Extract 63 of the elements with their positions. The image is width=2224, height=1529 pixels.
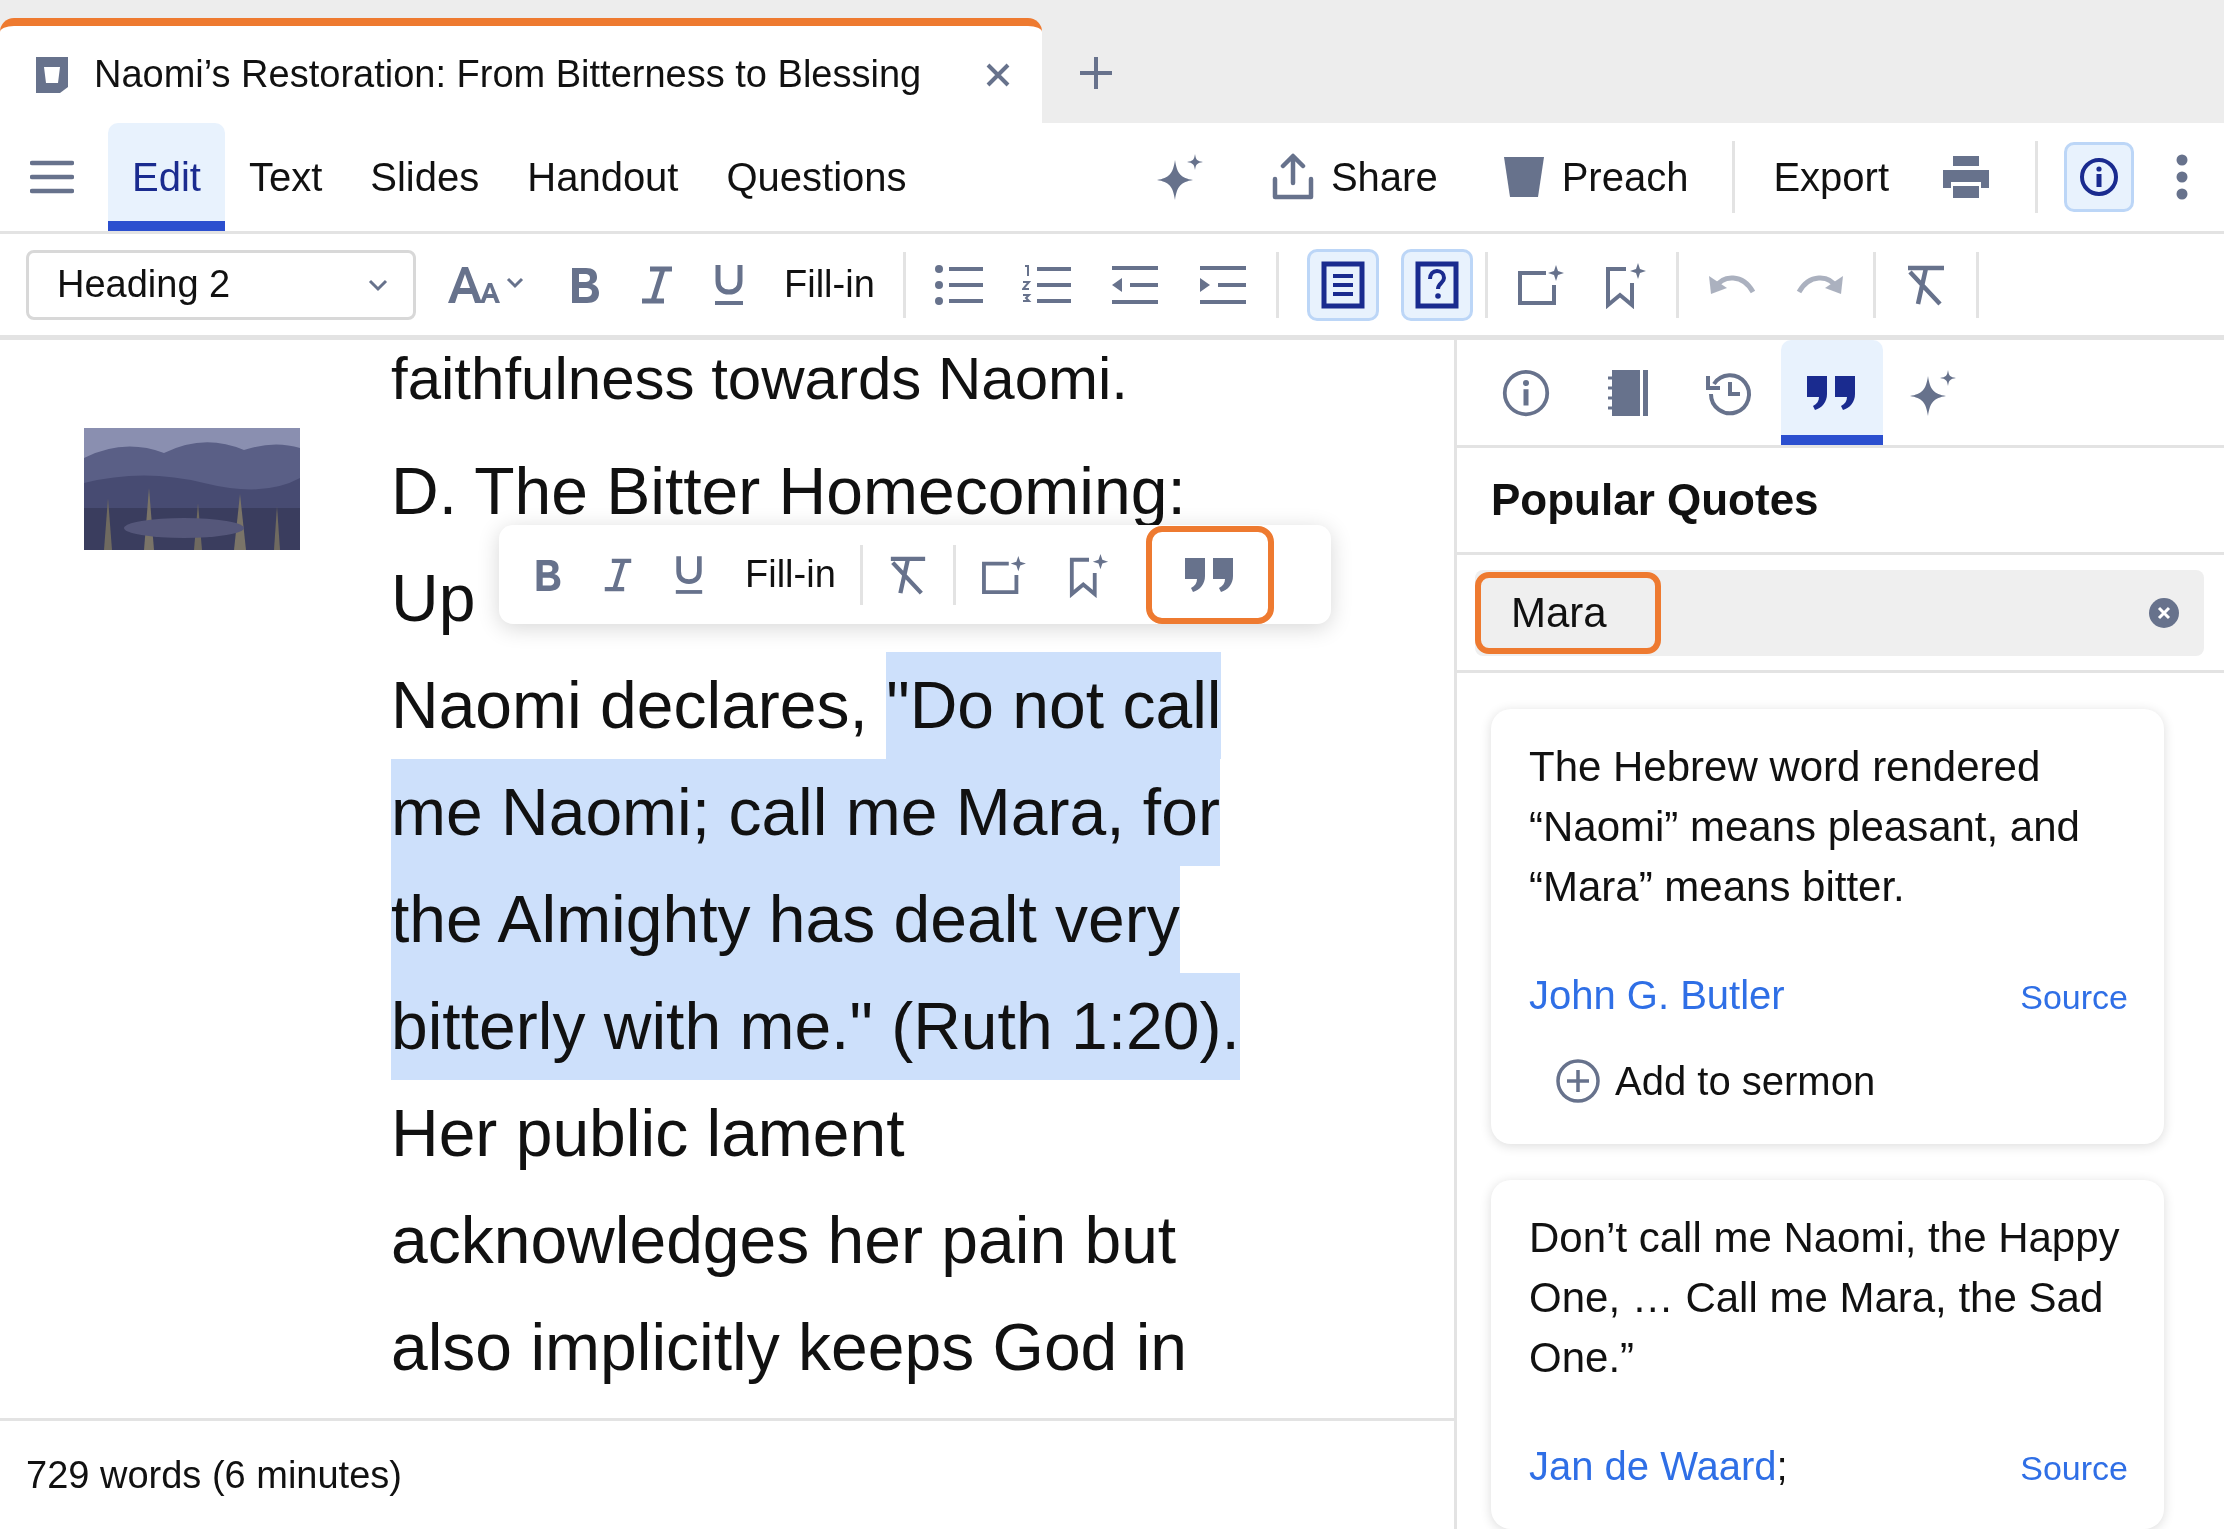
preach-button[interactable]: Preach (1501, 153, 1689, 201)
body-text: D. The Bitter Homecoming: (391, 453, 1186, 530)
export-button[interactable]: Export (1773, 154, 1889, 200)
menu-icon[interactable] (30, 159, 74, 195)
selected-text: the Almighty has dealt very (391, 866, 1180, 973)
search-term: Mara (1475, 571, 1661, 654)
outline-toggle[interactable] (1306, 248, 1379, 321)
author-link[interactable]: John G. Butler (1529, 973, 1785, 1017)
search-field[interactable]: Mara (1475, 569, 2204, 656)
body-text: Her public lament (391, 1095, 905, 1172)
outdent-icon[interactable] (1109, 263, 1160, 306)
quote-button[interactable] (1145, 525, 1274, 624)
book-icon (1606, 367, 1650, 418)
selected-text: me Naomi; call me Mara, for (391, 759, 1220, 866)
document-tab[interactable]: Naomi’s Restoration: From Bitterness to Blessing (0, 18, 1042, 123)
body-text: acknowledges her pain but (391, 1202, 1177, 1279)
question-toggle[interactable] (1400, 248, 1473, 321)
body-text: Up (391, 560, 476, 637)
underline-icon[interactable] (673, 553, 705, 596)
info-icon (1501, 367, 1551, 418)
bullet-list-icon[interactable] (933, 263, 984, 306)
cup-icon (34, 54, 70, 95)
upload-icon (1270, 153, 1315, 201)
plus-circle-icon (1555, 1058, 1601, 1104)
selected-text: bitterly with me." (Ruth 1:20). (391, 973, 1240, 1080)
tab-title: Naomi’s Restoration: From Bitterness to Blessing (94, 53, 923, 96)
author-link[interactable]: Jan de Waard (1529, 1444, 1777, 1488)
word-count: 729 words (6 minutes) (26, 1453, 402, 1497)
quote-text: The Hebrew word rendered “Naomi” means pleasant, and “Mara” means bitter. (1529, 742, 2081, 912)
clear-icon[interactable] (2148, 596, 2180, 629)
body-text: Naomi declares, (391, 667, 869, 744)
info-icon (2079, 157, 2119, 197)
fill-in-button[interactable]: Fill-in (745, 553, 836, 596)
italic-icon[interactable] (640, 264, 674, 305)
source-link[interactable]: Source (2020, 978, 2128, 1017)
style-dropdown[interactable]: Heading 2 (26, 249, 416, 320)
add-slide-icon[interactable] (979, 553, 1028, 596)
add-to-sermon-button[interactable]: Add to sermon (1555, 1058, 1876, 1104)
bookmark-sparkle-icon[interactable] (1067, 551, 1110, 598)
share-button[interactable]: Share (1270, 153, 1438, 201)
indent-icon[interactable] (1197, 263, 1248, 306)
new-tab-icon[interactable] (1078, 55, 1114, 91)
menu-tab[interactable]: Questions (702, 123, 931, 231)
body-text: also implicitly keeps God in (391, 1309, 1187, 1386)
menu-tab[interactable]: Slides (346, 123, 504, 231)
selected-text: "Do not call (886, 652, 1222, 759)
menu-tab[interactable]: Handout (503, 123, 703, 231)
fill-in-button[interactable]: Fill-in (784, 263, 875, 306)
underline-icon[interactable] (712, 262, 746, 307)
more-icon[interactable] (2174, 153, 2190, 201)
paragraph-text: faithfulness towards Naomi. (391, 344, 1129, 414)
numbered-list-icon[interactable] (1021, 263, 1072, 306)
print-icon[interactable] (1941, 154, 1991, 200)
menu-tab[interactable]: Text (224, 123, 347, 231)
punctuation: ; (1776, 1444, 1788, 1488)
quote-text: Don’t call me Naomi, the Happy One, … Call me Mara, the Sad One.” (1529, 1213, 2121, 1383)
quotes-tab[interactable] (1781, 340, 1883, 446)
source-link[interactable]: Source (2020, 1449, 2128, 1488)
chevron-down-icon (367, 277, 389, 292)
panel-title: Popular Quotes (1457, 448, 2224, 556)
info-button[interactable] (2064, 142, 2134, 212)
italic-icon[interactable] (603, 556, 633, 593)
menu-tab[interactable]: Edit (108, 123, 225, 231)
